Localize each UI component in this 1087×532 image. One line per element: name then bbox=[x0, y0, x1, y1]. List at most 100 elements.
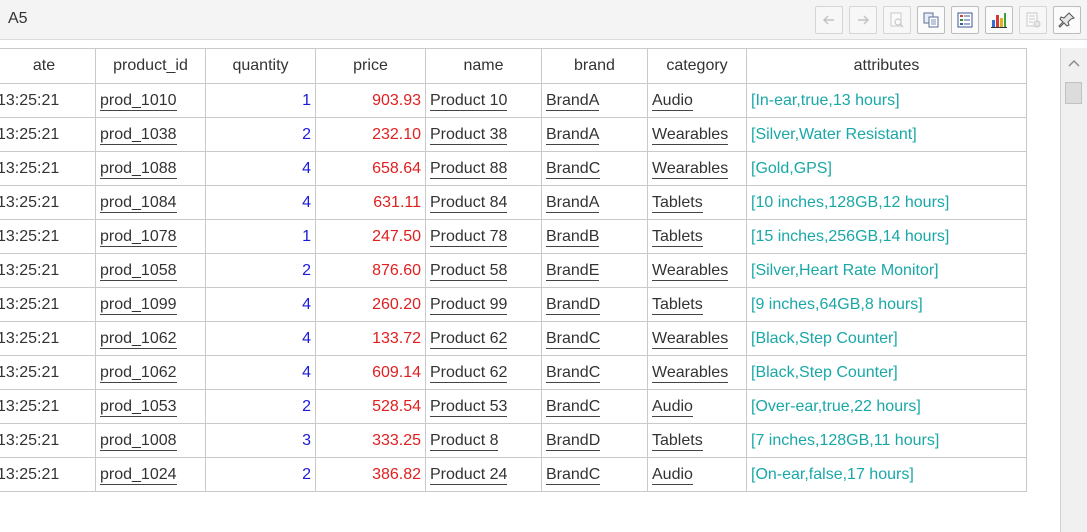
cell-category[interactable]: Wearables bbox=[647, 117, 747, 152]
cell-date[interactable]: 13:25:21 bbox=[0, 83, 96, 118]
cell-category[interactable]: Wearables bbox=[647, 321, 747, 356]
cell-quantity[interactable]: 2 bbox=[205, 457, 316, 492]
cell-date[interactable]: 13:25:21 bbox=[0, 457, 96, 492]
cell-product-id[interactable]: prod_1062 bbox=[95, 355, 206, 390]
cell-brand[interactable]: BrandB bbox=[541, 219, 648, 254]
cell-name[interactable]: Product 8 bbox=[425, 423, 542, 458]
cell-attributes[interactable]: [Gold,GPS] bbox=[746, 151, 1027, 186]
zoom-button[interactable] bbox=[883, 6, 911, 34]
cell-brand[interactable]: BrandC bbox=[541, 389, 648, 424]
cell-brand[interactable]: BrandC bbox=[541, 355, 648, 390]
cell-product-id[interactable]: prod_1024 bbox=[95, 457, 206, 492]
table-row[interactable]: 13:25:21 prod_1038 2 232.10 Product 38 BrandA… bbox=[0, 117, 1027, 152]
cell-quantity[interactable]: 4 bbox=[205, 355, 316, 390]
chart-button[interactable] bbox=[985, 6, 1013, 34]
properties-button[interactable] bbox=[1019, 6, 1047, 34]
cell-brand[interactable]: BrandD bbox=[541, 287, 648, 322]
cell-name[interactable]: Product 53 bbox=[425, 389, 542, 424]
column-header-brand[interactable]: brand bbox=[541, 48, 648, 84]
cell-date[interactable]: 13:25:21 bbox=[0, 321, 96, 356]
cell-name[interactable]: Product 38 bbox=[425, 117, 542, 152]
cell-date[interactable]: 13:25:21 bbox=[0, 423, 96, 458]
table-row[interactable]: 13:25:21 prod_1088 4 658.64 Product 88 BrandC… bbox=[0, 151, 1027, 186]
cell-price[interactable]: 260.20 bbox=[315, 287, 426, 322]
cell-category[interactable]: Tablets bbox=[647, 287, 747, 322]
cell-quantity[interactable]: 2 bbox=[205, 253, 316, 288]
cell-name[interactable]: Product 84 bbox=[425, 185, 542, 220]
cell-category[interactable]: Wearables bbox=[647, 151, 747, 186]
cell-quantity[interactable]: 4 bbox=[205, 321, 316, 356]
pin-button[interactable] bbox=[1053, 6, 1081, 34]
cell-product-id[interactable]: prod_1008 bbox=[95, 423, 206, 458]
cell-product-id[interactable]: prod_1058 bbox=[95, 253, 206, 288]
cell-name[interactable]: Product 99 bbox=[425, 287, 542, 322]
cell-date[interactable]: 13:25:21 bbox=[0, 117, 96, 152]
column-header-product-id[interactable]: product_id bbox=[95, 48, 206, 84]
cell-product-id[interactable]: prod_1084 bbox=[95, 185, 206, 220]
table-row[interactable]: 13:25:21 prod_1008 3 333.25 Product 8 BrandD T… bbox=[0, 423, 1027, 458]
copy-button[interactable] bbox=[917, 6, 945, 34]
cell-product-id[interactable]: prod_1078 bbox=[95, 219, 206, 254]
cell-category[interactable]: Wearables bbox=[647, 355, 747, 390]
cell-quantity[interactable]: 3 bbox=[205, 423, 316, 458]
cell-attributes[interactable]: [9 inches,64GB,8 hours] bbox=[746, 287, 1027, 322]
table-row[interactable]: 13:25:21 prod_1062 4 609.14 Product 62 BrandC… bbox=[0, 355, 1027, 390]
cell-quantity[interactable]: 4 bbox=[205, 287, 316, 322]
cell-attributes[interactable]: [Black,Step Counter] bbox=[746, 321, 1027, 356]
table-row[interactable]: 13:25:21 prod_1078 1 247.50 Product 78 BrandB… bbox=[0, 219, 1027, 254]
cell-attributes[interactable]: [Over-ear,true,22 hours] bbox=[746, 389, 1027, 424]
cell-product-id[interactable]: prod_1010 bbox=[95, 83, 206, 118]
cell-price[interactable]: 631.11 bbox=[315, 185, 426, 220]
cell-quantity[interactable]: 1 bbox=[205, 219, 316, 254]
cell-category[interactable]: Audio bbox=[647, 457, 747, 492]
cell-category[interactable]: Tablets bbox=[647, 219, 747, 254]
cell-attributes[interactable]: [Silver,Water Resistant] bbox=[746, 117, 1027, 152]
cell-name[interactable]: Product 88 bbox=[425, 151, 542, 186]
cell-name[interactable]: Product 62 bbox=[425, 321, 542, 356]
cell-attributes[interactable]: [7 inches,128GB,11 hours] bbox=[746, 423, 1027, 458]
cell-product-id[interactable]: prod_1053 bbox=[95, 389, 206, 424]
column-header-date[interactable]: ate bbox=[0, 48, 96, 84]
cell-attributes[interactable]: [10 inches,128GB,12 hours] bbox=[746, 185, 1027, 220]
cell-brand[interactable]: BrandC bbox=[541, 151, 648, 186]
column-header-quantity[interactable]: quantity bbox=[205, 48, 316, 84]
cell-date[interactable]: 13:25:21 bbox=[0, 151, 96, 186]
table-row[interactable]: 13:25:21 prod_1058 2 876.60 Product 58 BrandE… bbox=[0, 253, 1027, 288]
cell-price[interactable]: 609.14 bbox=[315, 355, 426, 390]
column-header-attributes[interactable]: attributes bbox=[746, 48, 1027, 84]
forward-button[interactable] bbox=[849, 6, 877, 34]
cell-product-id[interactable]: prod_1099 bbox=[95, 287, 206, 322]
table-row[interactable]: 13:25:21 prod_1062 4 133.72 Product 62 BrandC… bbox=[0, 321, 1027, 356]
cell-date[interactable]: 13:25:21 bbox=[0, 287, 96, 322]
cell-quantity[interactable]: 4 bbox=[205, 185, 316, 220]
cell-category[interactable]: Tablets bbox=[647, 423, 747, 458]
cell-name[interactable]: Product 24 bbox=[425, 457, 542, 492]
cell-date[interactable]: 13:25:21 bbox=[0, 355, 96, 390]
cell-product-id[interactable]: prod_1038 bbox=[95, 117, 206, 152]
cell-price[interactable]: 658.64 bbox=[315, 151, 426, 186]
cell-attributes[interactable]: [In-ear,true,13 hours] bbox=[746, 83, 1027, 118]
cell-price[interactable]: 232.10 bbox=[315, 117, 426, 152]
data-grid[interactable]: ate product_id quantity price name brand categ… bbox=[0, 48, 1087, 532]
cell-quantity[interactable]: 2 bbox=[205, 117, 316, 152]
cell-date[interactable]: 13:25:21 bbox=[0, 253, 96, 288]
cell-brand[interactable]: BrandE bbox=[541, 253, 648, 288]
cell-name[interactable]: Product 10 bbox=[425, 83, 542, 118]
cell-price[interactable]: 333.25 bbox=[315, 423, 426, 458]
cell-brand[interactable]: BrandA bbox=[541, 83, 648, 118]
cell-category[interactable]: Audio bbox=[647, 389, 747, 424]
cell-brand[interactable]: BrandC bbox=[541, 457, 648, 492]
cell-category[interactable]: Tablets bbox=[647, 185, 747, 220]
cell-brand[interactable]: BrandC bbox=[541, 321, 648, 356]
cell-product-id[interactable]: prod_1062 bbox=[95, 321, 206, 356]
table-row[interactable]: 13:25:21 prod_1099 4 260.20 Product 99 BrandD… bbox=[0, 287, 1027, 322]
cell-date[interactable]: 13:25:21 bbox=[0, 389, 96, 424]
back-button[interactable] bbox=[815, 6, 843, 34]
cell-category[interactable]: Wearables bbox=[647, 253, 747, 288]
cell-brand[interactable]: BrandA bbox=[541, 117, 648, 152]
cell-price[interactable]: 133.72 bbox=[315, 321, 426, 356]
table-row[interactable]: 13:25:21 prod_1084 4 631.11 Product 84 BrandA… bbox=[0, 185, 1027, 220]
cell-name[interactable]: Product 58 bbox=[425, 253, 542, 288]
scroll-up-icon[interactable] bbox=[1061, 48, 1087, 78]
cell-quantity[interactable]: 2 bbox=[205, 389, 316, 424]
